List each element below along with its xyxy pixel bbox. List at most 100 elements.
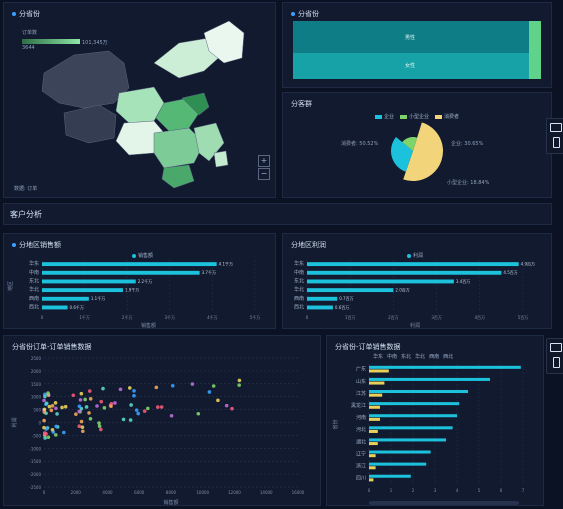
scatter-chart[interactable]: 2500 2000 1500 1000 500 0 -500 -1000 -1500 -2000 -… (4, 336, 322, 507)
scatter-point[interactable] (84, 405, 89, 409)
province-scrollbar[interactable] (369, 501, 519, 505)
scatter-point[interactable] (99, 399, 104, 404)
scatter-point[interactable] (97, 421, 101, 425)
scatter-point[interactable] (230, 406, 234, 411)
scatter-point[interactable] (44, 401, 49, 406)
scatter-point[interactable] (207, 390, 212, 394)
scatter-point[interactable] (46, 435, 51, 440)
bar[interactable] (369, 402, 460, 406)
scatter-point[interactable] (237, 378, 242, 383)
scatter-point[interactable] (211, 384, 216, 388)
scatter-point[interactable] (99, 427, 103, 432)
scatter-point[interactable] (46, 391, 50, 395)
bar[interactable] (307, 288, 394, 293)
bar[interactable] (42, 288, 123, 293)
scatter-point[interactable] (87, 389, 92, 393)
scatter-point[interactable] (83, 397, 87, 402)
bar[interactable] (369, 474, 411, 478)
scatter-point[interactable] (71, 393, 76, 398)
map-zoom-in-button[interactable]: + (258, 155, 270, 167)
scatter-point[interactable] (50, 404, 55, 408)
view-switch-bottom[interactable] (546, 338, 563, 374)
bar[interactable] (369, 417, 380, 421)
scatter-point[interactable] (95, 404, 99, 408)
scatter-point[interactable] (146, 406, 150, 411)
bar[interactable] (42, 262, 217, 267)
scatter-point[interactable] (50, 427, 55, 432)
scatter-point[interactable] (74, 412, 78, 416)
region-profit-chart[interactable]: 0 1百万 2百万 3百万 4百万 5百万 华东 4.9百万中南 4.5百万东北 3.4百万华北 2… (283, 234, 553, 330)
scatter-point[interactable] (42, 407, 47, 412)
scatter-point[interactable] (60, 405, 64, 410)
scatter-point[interactable] (196, 411, 201, 416)
pie-chart[interactable] (283, 93, 553, 199)
scatter-point[interactable] (42, 418, 46, 423)
scatter-point[interactable] (155, 405, 160, 409)
scatter-point[interactable] (154, 385, 159, 390)
view-switch-top[interactable] (546, 118, 563, 154)
scatter-point[interactable] (216, 398, 220, 403)
scatter-point[interactable] (80, 425, 85, 430)
bar[interactable] (369, 450, 431, 454)
scatter-point[interactable] (128, 418, 133, 422)
bar100-accent-segment[interactable] (529, 21, 541, 79)
scatter-point[interactable] (142, 409, 147, 413)
china-map[interactable] (4, 3, 277, 199)
scatter-point[interactable] (53, 433, 58, 437)
bar[interactable] (369, 478, 374, 482)
bar[interactable] (369, 414, 457, 418)
bar[interactable] (369, 369, 389, 373)
scatter-point[interactable] (77, 424, 82, 429)
scatter-point[interactable] (97, 424, 102, 428)
province-bar-chart[interactable]: 0 1 2 3 4 5 6 7 广东山东江苏黑龙江河南河北湖北辽宁浙江四川 省份 (327, 336, 545, 507)
bar[interactable] (369, 429, 378, 433)
bar[interactable] (307, 262, 519, 267)
scatter-point[interactable] (132, 393, 136, 398)
bar[interactable] (307, 305, 333, 310)
scatter-point[interactable] (43, 394, 47, 399)
scatter-point[interactable] (78, 398, 83, 402)
scatter-point[interactable] (113, 401, 117, 405)
bar[interactable] (369, 390, 468, 394)
scatter-point[interactable] (43, 436, 47, 440)
bar[interactable] (369, 466, 376, 470)
scatter-point[interactable] (134, 408, 139, 412)
scatter-point[interactable] (54, 406, 58, 411)
bar[interactable] (369, 381, 385, 385)
bar[interactable] (369, 365, 521, 369)
bar[interactable] (307, 296, 338, 301)
scatter-point[interactable] (79, 419, 84, 424)
scatter-point[interactable] (87, 411, 91, 415)
scatter-point[interactable] (118, 387, 123, 392)
bar[interactable] (307, 270, 502, 275)
scatter-point[interactable] (42, 398, 46, 403)
bar[interactable] (42, 279, 136, 284)
scatter-point[interactable] (170, 383, 175, 388)
scatter-point[interactable] (136, 411, 140, 416)
bar[interactable] (42, 270, 200, 275)
scatter-point[interactable] (129, 403, 133, 407)
scatter-point[interactable] (121, 417, 126, 422)
bar[interactable] (369, 405, 380, 409)
bar[interactable] (369, 426, 453, 430)
region-sales-chart[interactable]: 0 1千万 2千万 3千万 4千万 5千万 华东 4.1千万中南 3.7千万东北 2.2千万华北 1… (4, 234, 277, 330)
scatter-point[interactable] (88, 416, 93, 421)
scatter-point[interactable] (62, 430, 66, 435)
bar[interactable] (369, 438, 446, 442)
scatter-point[interactable] (169, 413, 174, 418)
scatter-point[interactable] (237, 383, 241, 387)
scatter-point[interactable] (55, 412, 59, 416)
scatter-point[interactable] (54, 424, 58, 429)
scatter-point[interactable] (79, 391, 84, 396)
bar[interactable] (369, 454, 376, 458)
bar[interactable] (369, 462, 427, 466)
bar[interactable] (369, 377, 490, 381)
scatter-point[interactable] (224, 403, 229, 408)
scatter-point[interactable] (49, 408, 54, 413)
scatter-point[interactable] (77, 404, 82, 409)
scatter-point[interactable] (159, 405, 164, 409)
bar[interactable] (369, 442, 378, 446)
bar[interactable] (42, 296, 89, 301)
scatter-point[interactable] (109, 404, 113, 409)
scatter-point[interactable] (128, 386, 132, 390)
